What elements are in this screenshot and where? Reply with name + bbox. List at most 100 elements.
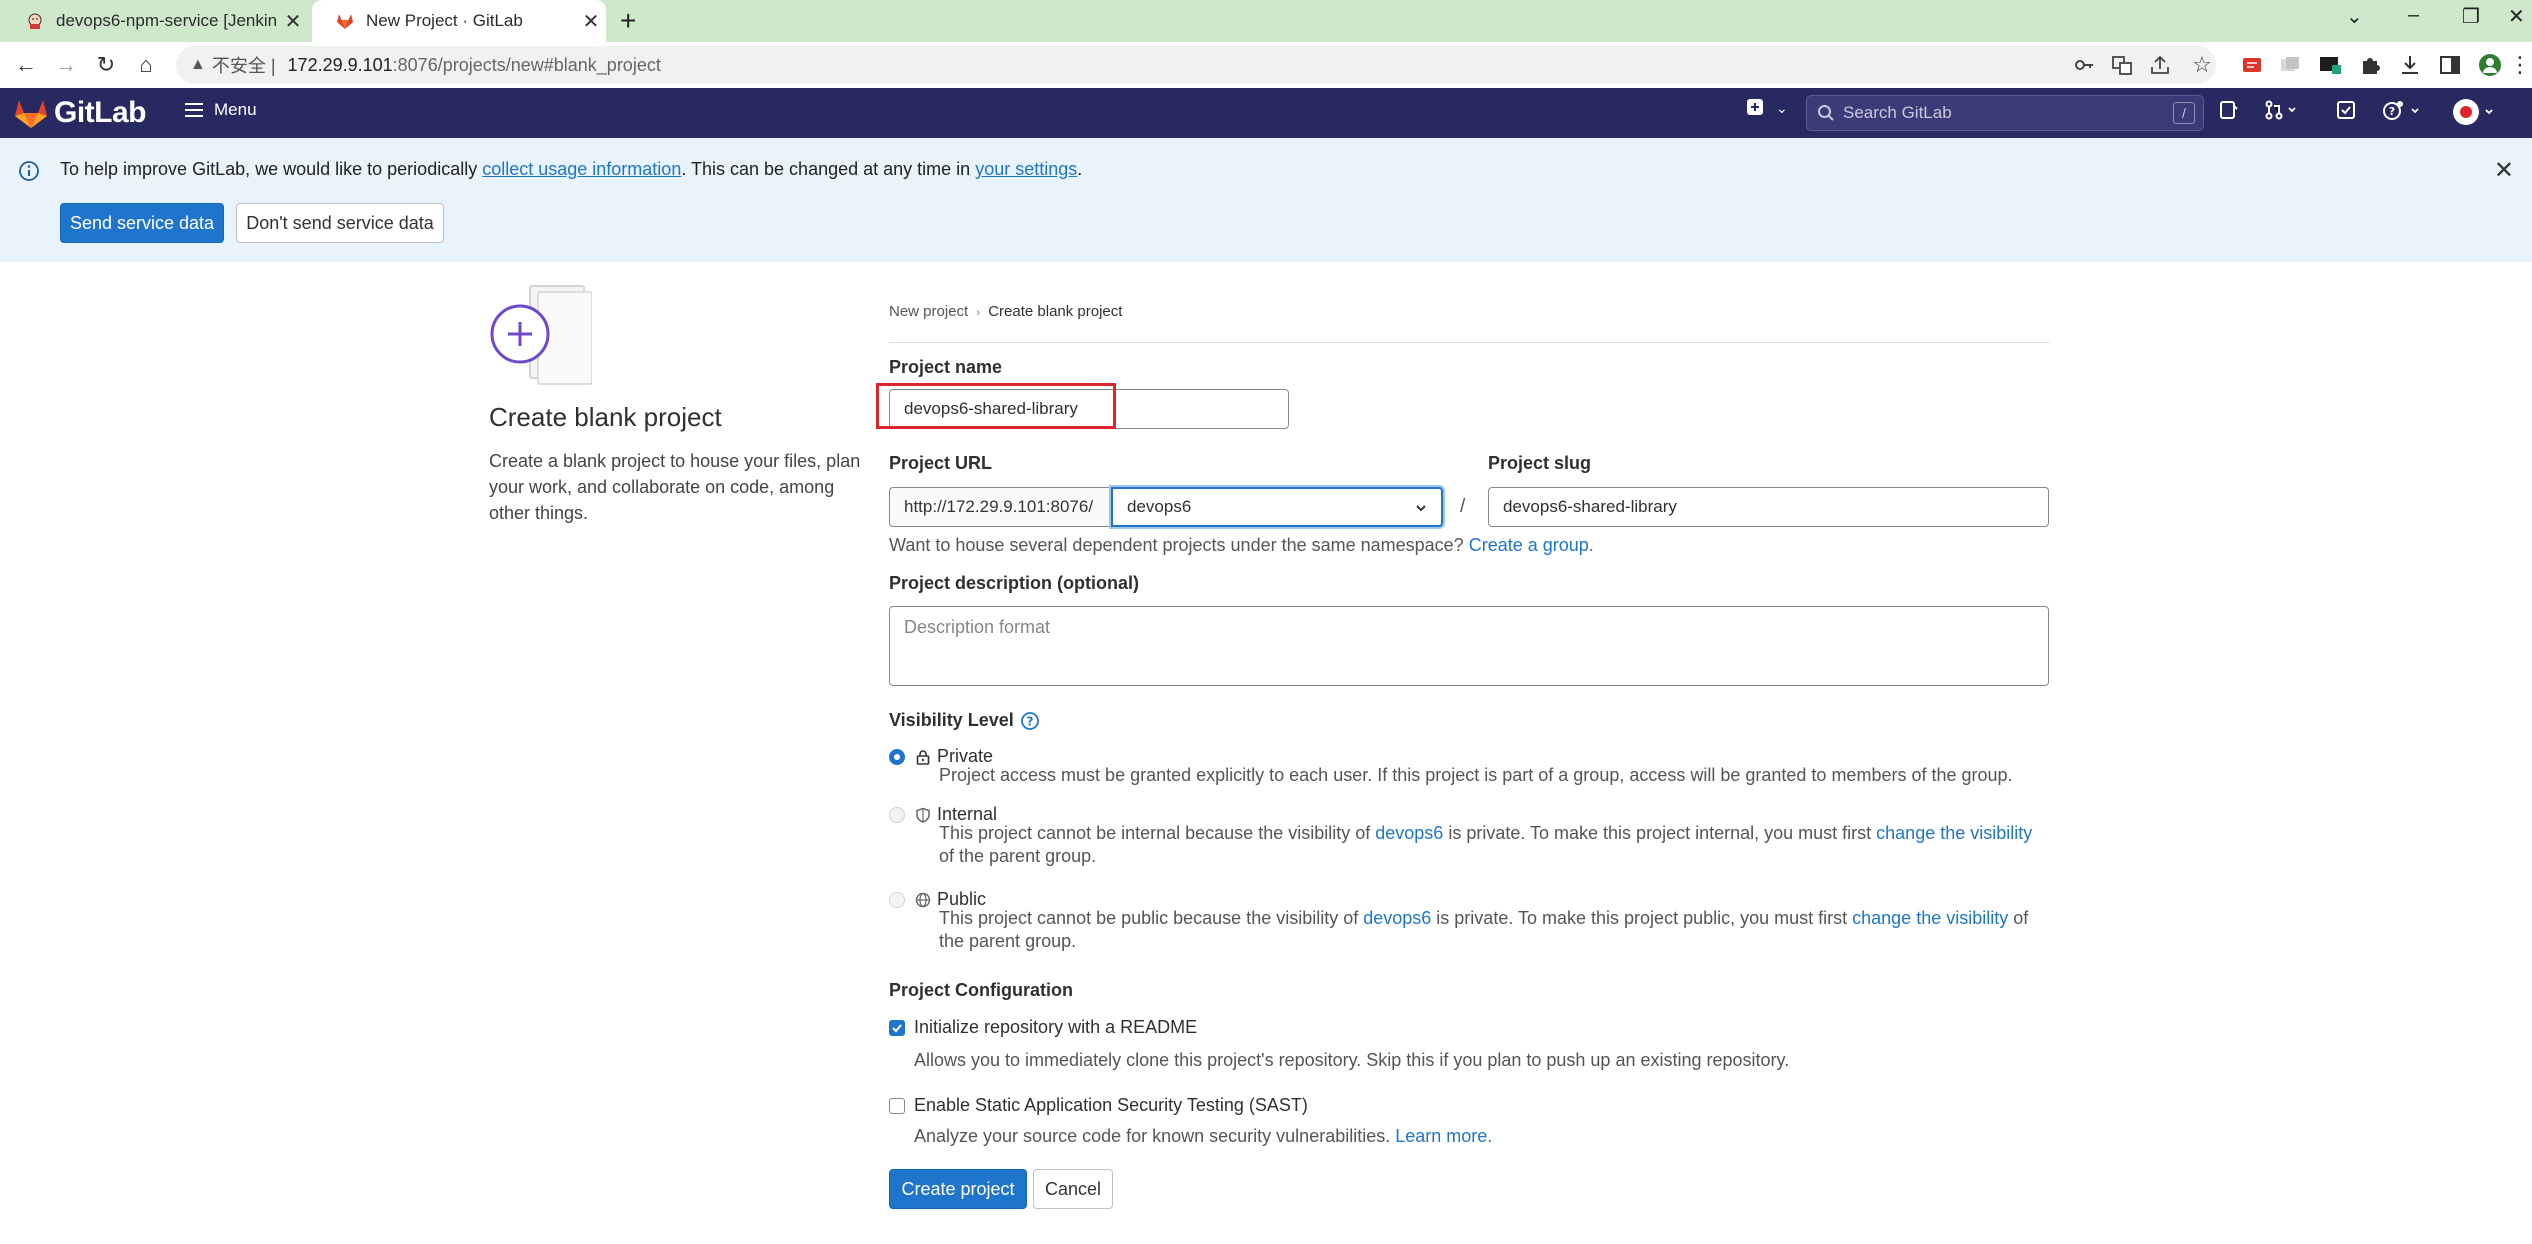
chevron-down-icon: [1416, 505, 1426, 512]
visibility-internal-radio[interactable]: [889, 807, 905, 823]
key-icon[interactable]: [2072, 53, 2096, 77]
project-url-label: Project URL: [889, 453, 993, 473]
restore-window-button[interactable]: ❐: [2462, 4, 2480, 29]
browser-menu-icon[interactable]: ⋮: [2506, 51, 2532, 79]
cancel-button[interactable]: Cancel: [1033, 1169, 1113, 1209]
chevron-right-icon: ›: [976, 304, 981, 319]
internal-change-visibility-link[interactable]: change the visibility: [1876, 823, 2032, 843]
url-path: :8076/projects/new#blank_project: [392, 54, 661, 75]
readme-checkbox-label[interactable]: Initialize repository with a README: [914, 1017, 1197, 1038]
profile-avatar-icon[interactable]: [2478, 53, 2502, 77]
create-project-button[interactable]: Create project: [889, 1169, 1027, 1209]
project-description-textarea[interactable]: Description format: [889, 606, 2049, 686]
project-configuration-label: Project Configuration: [889, 980, 1073, 1000]
address-bar[interactable]: ▲ 不安全 | 172.29.9.101:8076/projects/new#b…: [176, 46, 2216, 84]
tab-title: New Project · GitLab: [366, 11, 523, 30]
sast-checkbox[interactable]: [889, 1098, 905, 1114]
forward-arrow-icon[interactable]: →: [52, 51, 80, 79]
browser-tab-gitlab[interactable]: New Project · GitLab ✕: [312, 0, 606, 42]
breadcrumb-new-project[interactable]: New project: [889, 303, 968, 320]
gitlab-top-nav: GitLab Menu ⌄ Search GitLab / ?: [0, 88, 2532, 138]
visibility-level-label: Visibility Level ?: [889, 710, 1040, 731]
blank-project-illustration: [490, 285, 592, 385]
svg-text:?: ?: [1026, 714, 1033, 728]
menu-label: Menu: [214, 100, 257, 119]
close-tab-icon[interactable]: ✕: [278, 9, 308, 34]
left-panel-title: Create blank project: [489, 402, 722, 432]
breadcrumb-divider: [889, 342, 2049, 343]
menu-button[interactable]: Menu: [184, 100, 257, 120]
reload-icon[interactable]: ↻: [92, 51, 120, 79]
extension-red-icon[interactable]: [2240, 53, 2264, 77]
close-banner-icon[interactable]: ✕: [2494, 156, 2514, 185]
collect-usage-link[interactable]: collect usage information: [482, 159, 681, 179]
help-icon[interactable]: ?: [2382, 100, 2426, 122]
readme-checkbox[interactable]: [889, 1020, 905, 1036]
issues-icon[interactable]: [2218, 100, 2238, 120]
bookmark-star-icon[interactable]: ☆: [2188, 51, 2216, 79]
download-icon[interactable]: [2398, 53, 2422, 77]
left-panel-description: Create a blank project to house your fil…: [489, 451, 861, 523]
breadcrumb-current: Create blank project: [988, 303, 1123, 320]
minimize-window-button[interactable]: –: [2408, 4, 2419, 27]
hamburger-icon: [185, 103, 203, 117]
security-label: 不安全 |: [211, 56, 276, 76]
question-circle-icon[interactable]: ?: [1020, 711, 1040, 731]
your-settings-link[interactable]: your settings: [975, 159, 1077, 179]
back-arrow-icon[interactable]: ←: [12, 51, 40, 79]
visibility-internal-description: This project cannot be internal because …: [939, 823, 2033, 866]
create-new-icon[interactable]: [1746, 98, 1764, 116]
search-placeholder: Search GitLab: [1843, 103, 1952, 122]
visibility-public-radio[interactable]: [889, 892, 905, 908]
gitlab-brand-text: GitLab: [54, 96, 147, 129]
create-group-link[interactable]: Create a group.: [1469, 535, 1594, 555]
jenkins-icon: [28, 13, 42, 29]
close-window-button[interactable]: ✕: [2508, 4, 2525, 29]
gitlab-search-input[interactable]: Search GitLab /: [1806, 95, 2204, 131]
readme-help-text: Allows you to immediately clone this pro…: [914, 1050, 1790, 1070]
tab-search-chevron-icon[interactable]: ⌄: [2346, 4, 2363, 29]
side-panel-icon[interactable]: [2438, 53, 2462, 77]
project-name-label: Project name: [889, 357, 1003, 377]
internal-devops6-link[interactable]: devops6: [1375, 823, 1443, 843]
browser-tabstrip: devops6-npm-service [Jenkins] ✕ New Proj…: [0, 0, 2532, 42]
warning-triangle-icon: ▲: [190, 56, 206, 73]
tab-title: devops6-npm-service [Jenkins]: [56, 11, 278, 30]
visibility-private-radio[interactable]: [889, 749, 905, 765]
home-icon[interactable]: ⌂: [132, 51, 160, 79]
sast-learn-more-link[interactable]: Learn more.: [1395, 1126, 1492, 1146]
breadcrumb: New project › Create blank project: [889, 303, 1122, 320]
project-slug-input[interactable]: devops6-shared-library: [1488, 487, 2049, 527]
gitlab-tanuki-icon: [15, 100, 47, 128]
new-tab-button[interactable]: +: [620, 6, 636, 36]
dont-send-service-data-button[interactable]: Don't send service data: [236, 203, 444, 243]
browser-toolbar: ← → ↻ ⌂ ▲ 不安全 | 172.29.9.101:8076/projec…: [0, 42, 2532, 88]
namespace-selected-value: devops6: [1127, 497, 1192, 516]
share-icon[interactable]: [2148, 53, 2172, 77]
project-slug-label: Project slug: [1488, 453, 1592, 473]
shield-icon: [916, 807, 930, 823]
extension-screen-icon[interactable]: [2318, 53, 2342, 77]
browser-tab-jenkins[interactable]: devops6-npm-service [Jenkins] ✕: [0, 0, 308, 42]
merge-requests-icon[interactable]: [2264, 100, 2298, 120]
svg-text:?: ?: [2389, 105, 2395, 118]
puzzle-extensions-icon[interactable]: [2358, 53, 2382, 77]
todo-checkbox-icon[interactable]: [2336, 100, 2356, 120]
sast-checkbox-label[interactable]: Enable Static Application Security Testi…: [914, 1095, 1308, 1116]
translate-icon[interactable]: [2110, 53, 2134, 77]
gitlab-logo[interactable]: GitLab: [14, 96, 147, 130]
sast-help-text: Analyze your source code for known secur…: [914, 1126, 1493, 1146]
public-devops6-link[interactable]: devops6: [1363, 908, 1431, 928]
globe-icon: [915, 892, 931, 907]
namespace-help-text: Want to house several dependent projects…: [889, 535, 1594, 555]
visibility-public-description: This project cannot be public because th…: [939, 908, 2029, 951]
extension-gray-icon[interactable]: [2278, 53, 2302, 77]
close-tab-icon[interactable]: ✕: [576, 9, 606, 34]
chevron-down-icon[interactable]: ⌄: [1776, 100, 1788, 117]
public-change-visibility-link[interactable]: change the visibility: [1852, 908, 2008, 928]
namespace-select[interactable]: devops6: [1111, 487, 1443, 527]
send-service-data-button[interactable]: Send service data: [60, 203, 224, 243]
user-avatar[interactable]: [2452, 98, 2500, 126]
lock-icon: [916, 749, 930, 765]
project-description-label: Project description (optional): [889, 573, 1140, 593]
